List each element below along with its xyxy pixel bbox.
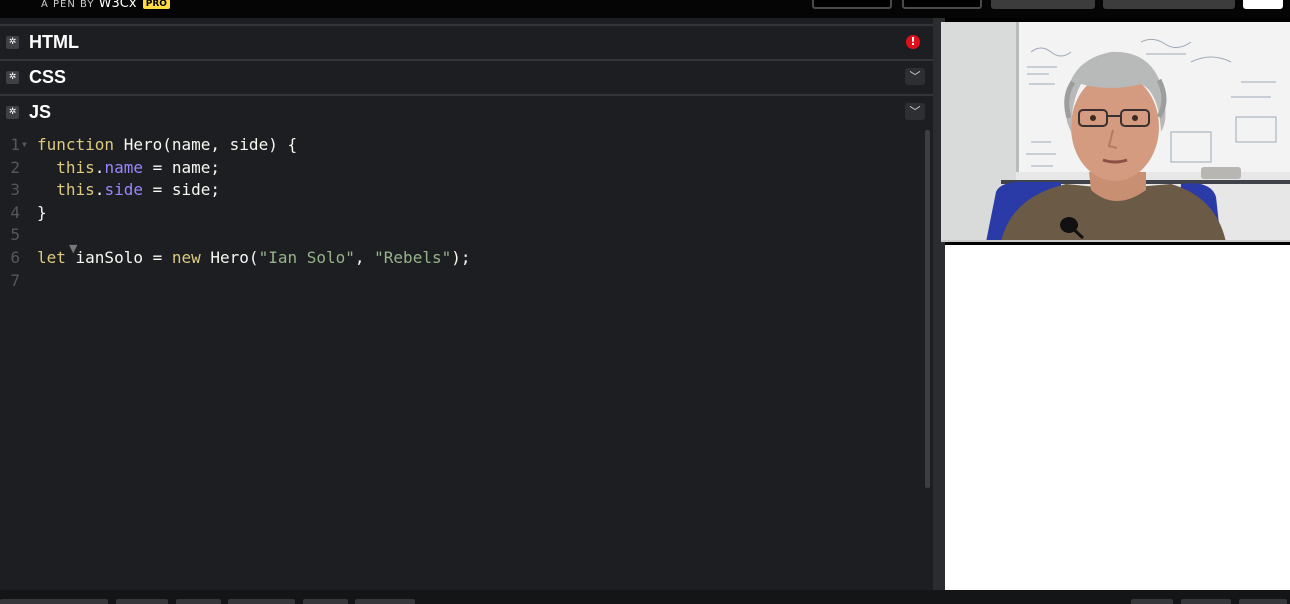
header-button-1[interactable] [812, 0, 892, 9]
bottom-button-2[interactable] [116, 599, 168, 604]
code-token: = name; [142, 157, 221, 177]
code-token: = side; [142, 180, 221, 200]
bottom-button-5[interactable] [303, 599, 348, 604]
code-token: . [94, 157, 105, 177]
panel-css-header[interactable]: ✲ CSS ﹀ [0, 59, 933, 92]
bottom-button-3[interactable] [176, 599, 221, 604]
header-button-4[interactable] [1103, 0, 1235, 9]
line-number: 5 [10, 225, 20, 245]
code-token: Hero [123, 135, 163, 154]
code-token: ); [451, 248, 471, 267]
pen-by-label: A PEN BY [41, 0, 95, 10]
code-token: this [37, 157, 95, 177]
line-number: 1 [10, 135, 20, 154]
panel-html-header[interactable]: ✲ HTML ! [0, 24, 933, 57]
presenter-video-frame [941, 22, 1290, 240]
code-token: , [354, 248, 375, 267]
chevron-down-icon[interactable]: ﹀ [905, 68, 925, 85]
result-preview[interactable] [945, 245, 1290, 590]
header-button-3[interactable] [991, 0, 1095, 9]
code-text: } [37, 202, 47, 224]
code-token: (name, side) { [162, 135, 298, 154]
gear-icon[interactable]: ✲ [6, 71, 19, 84]
pen-attribution: A PEN BY W3Cx PRO [41, 0, 170, 11]
editor-scrollbar[interactable] [925, 130, 930, 488]
code-text: function Hero(name, side) { [37, 134, 297, 156]
bottom-button-8[interactable] [1181, 599, 1231, 604]
code-token: Hero( [210, 248, 259, 267]
header-button-5[interactable] [1243, 0, 1283, 9]
code-token: } [37, 202, 47, 222]
line-number: 4 [10, 202, 20, 222]
code-token: "Ian Solo" [258, 248, 355, 267]
top-bar: A PEN BY W3Cx PRO [0, 0, 1290, 18]
panel-js-header[interactable]: ✲ JS ﹀ [0, 94, 933, 127]
js-code-editor[interactable]: 1 ▼ function Hero(name, side) {2 this.name… [0, 129, 933, 590]
code-token: function [37, 135, 124, 154]
line-number: 7 [10, 270, 20, 290]
bottom-bar [0, 590, 1290, 604]
panel-css-title: CSS [29, 67, 67, 87]
bottom-button-9[interactable] [1239, 599, 1287, 604]
code-text: this.name = name; [37, 157, 220, 179]
code-token: name [104, 157, 143, 177]
code-token: ianSolo = [75, 248, 172, 267]
code-token: this [37, 180, 95, 200]
panel-html-title: HTML [29, 32, 79, 52]
code-token: side [104, 180, 143, 200]
line-number: 2 [10, 157, 20, 177]
fold-arrow-icon[interactable]: ▼ [22, 134, 27, 156]
bottom-button-1[interactable] [0, 599, 108, 604]
line-number: 3 [10, 180, 20, 200]
bottom-button-6[interactable] [355, 599, 415, 604]
gear-icon[interactable]: ✲ [6, 36, 19, 49]
text-cursor-icon: ▼ [69, 242, 78, 255]
pro-badge: PRO [142, 0, 170, 9]
code-token: "Rebels" [374, 248, 452, 267]
code-token: new [171, 248, 211, 267]
line-number: 6 [10, 248, 20, 267]
code-text: let ianSolo = new Hero("Ian Solo", "Rebe… [37, 247, 470, 269]
code-text: this.side = side; [37, 179, 220, 201]
bottom-button-4[interactable] [228, 599, 295, 604]
chevron-down-icon[interactable]: ﹀ [905, 103, 925, 120]
bottom-button-7[interactable] [1131, 599, 1173, 604]
code-token: . [94, 180, 105, 200]
panel-js-title: JS [29, 102, 52, 122]
gear-icon[interactable]: ✲ [6, 106, 19, 119]
header-button-2[interactable] [902, 0, 982, 9]
alert-icon[interactable]: ! [906, 35, 920, 49]
author-link[interactable]: W3Cx [99, 0, 137, 11]
presenter-webcam-video [941, 22, 1290, 242]
